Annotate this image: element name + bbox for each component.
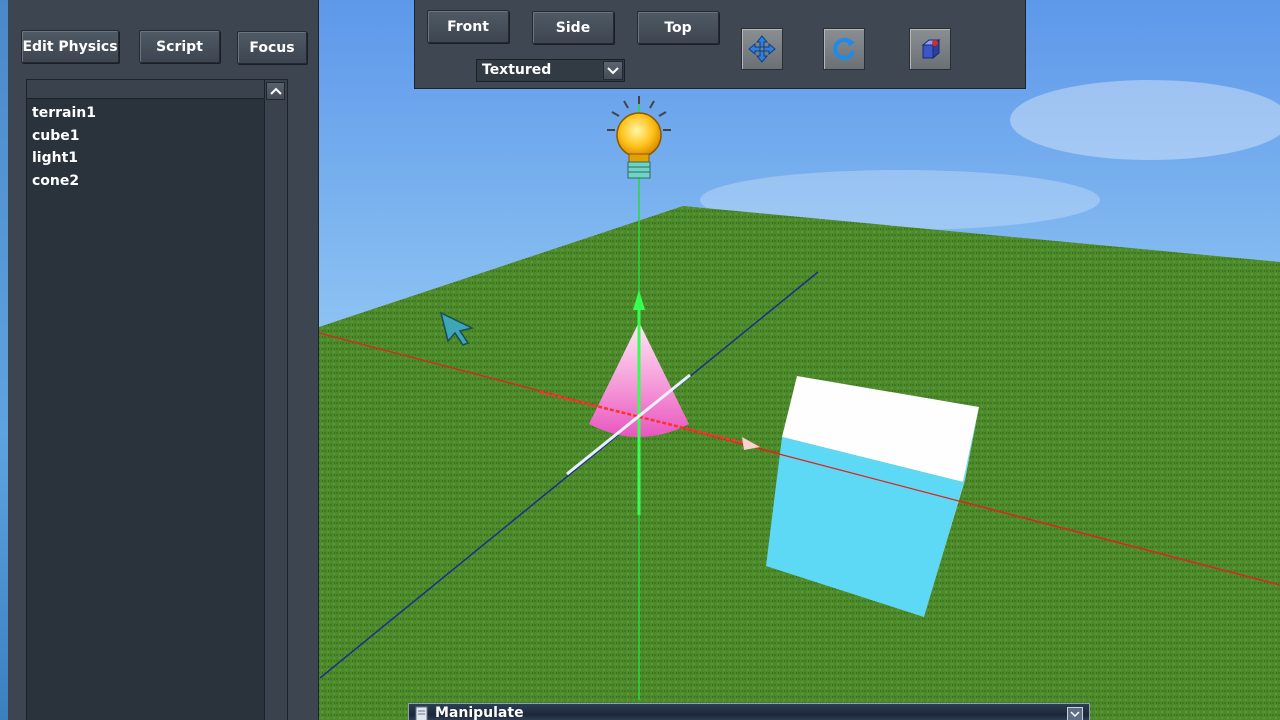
scene-object-items: terrain1 cube1 light1 cone2 <box>32 102 96 192</box>
window-title: Manipulate <box>435 705 524 720</box>
script-button[interactable]: Script <box>139 30 220 63</box>
edit-physics-button[interactable]: Edit Physics <box>21 30 119 63</box>
list-scrollbar[interactable] <box>264 80 287 720</box>
side-view-button[interactable]: Side <box>532 11 614 44</box>
rotate-tool-button[interactable] <box>823 28 865 70</box>
scale-icon <box>921 38 941 60</box>
render-mode-value: Textured <box>482 62 552 78</box>
scene-list-item[interactable]: cube1 <box>32 125 96 148</box>
manipulate-window[interactable]: Manipulate <box>408 703 1090 720</box>
scene-viewport[interactable] <box>319 0 1280 720</box>
view-toolbar: Front Side Top Textured <box>414 0 1026 89</box>
chevron-down-icon <box>607 66 619 74</box>
move-tool-button[interactable] <box>741 28 783 70</box>
list-header <box>27 80 265 99</box>
scene-list-item[interactable]: cone2 <box>32 170 96 193</box>
focus-button[interactable]: Focus <box>237 31 307 64</box>
chevron-up-icon <box>269 87 282 95</box>
scene-panel: Edit Physics Script Focus terrain1 cube1 l… <box>0 0 319 720</box>
render-mode-select[interactable]: Textured <box>476 59 625 82</box>
rotate-icon <box>833 37 855 60</box>
top-view-button[interactable]: Top <box>637 11 719 44</box>
scene-canvas[interactable] <box>319 0 1280 720</box>
editor-window: Edit Physics Script Focus terrain1 cube1 l… <box>0 0 1280 720</box>
dropdown-button[interactable] <box>603 61 623 80</box>
front-view-button[interactable]: Front <box>427 10 509 43</box>
scroll-up-button[interactable] <box>266 82 285 100</box>
collapse-icon[interactable] <box>1067 707 1083 720</box>
scale-tool-button[interactable] <box>909 28 951 70</box>
scene-list-item[interactable]: terrain1 <box>32 102 96 125</box>
move-icon <box>748 35 776 63</box>
document-icon <box>415 706 428 720</box>
scene-list-item[interactable]: light1 <box>32 147 96 170</box>
scene-object-list[interactable]: terrain1 cube1 light1 cone2 <box>26 79 288 720</box>
